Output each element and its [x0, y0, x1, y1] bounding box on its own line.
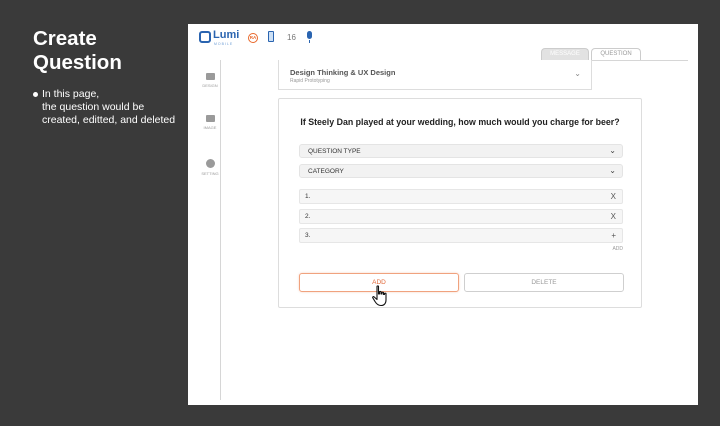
question-type-select[interactable]: QUESTION TYPE ⌄ [299, 144, 623, 158]
gear-icon [205, 159, 215, 168]
slide-title: Create Question [33, 27, 122, 75]
delete-button[interactable]: DELETE [464, 273, 624, 292]
bullet-icon [33, 92, 38, 97]
slide-note: In this page, the question would be crea… [33, 88, 183, 127]
add-answer-label[interactable]: ADD [612, 246, 623, 252]
chevron-down-icon: ⌄ [574, 69, 581, 78]
add-answer-icon[interactable]: + [611, 231, 616, 240]
remove-answer-icon[interactable]: X [611, 212, 616, 221]
answer-field-2[interactable]: 2. X [299, 209, 623, 224]
answer-field-3[interactable]: 3. + [299, 228, 623, 243]
app-window: Lumi MOBILE RA 16 MESSAGE QUESTION DESIG… [188, 24, 698, 405]
note-line: created, editted, and deleted [42, 114, 176, 126]
sidebar-item-label: DESIGN [202, 83, 218, 88]
remove-answer-icon[interactable]: X [611, 192, 616, 201]
sidebar: DESIGN IMAGE SETTING [200, 60, 221, 400]
folder-icon [205, 73, 215, 80]
tab-question[interactable]: QUESTION [591, 48, 641, 60]
hand-cursor-icon [372, 285, 387, 307]
sidebar-item-design[interactable]: DESIGN [200, 68, 220, 106]
logo-mark-icon [199, 31, 211, 43]
sidebar-item-setting[interactable]: SETTING [200, 154, 220, 192]
microphone-icon[interactable] [307, 31, 312, 43]
select-value: QUESTION TYPE [308, 148, 361, 155]
answer-number: 2. [305, 213, 311, 220]
note-line: the question would be [42, 101, 145, 113]
slide-title-line2: Question [33, 51, 122, 74]
course-selector[interactable]: Design Thinking & UX Design Rapid Protot… [278, 60, 592, 90]
note-line: In this page, [42, 88, 100, 100]
sidebar-item-label: IMAGE [203, 125, 217, 130]
logo-text: Lumi [213, 29, 240, 41]
count-label: 16 [287, 33, 296, 42]
answer-field-1[interactable]: 1. X [299, 189, 623, 204]
image-icon [205, 115, 215, 122]
chevron-down-icon: ⌄ [609, 146, 616, 155]
lumi-logo[interactable]: Lumi MOBILE [199, 29, 240, 46]
answer-number: 1. [305, 193, 311, 200]
sidebar-item-image[interactable]: IMAGE [200, 110, 220, 148]
select-value: CATEGORY [308, 168, 344, 175]
tab-message[interactable]: MESSAGE [541, 48, 589, 60]
sidebar-item-label: SETTING [201, 171, 219, 176]
course-subtitle: Rapid Prototyping [290, 78, 330, 84]
question-card: If Steely Dan played at your wedding, ho… [278, 98, 642, 308]
category-select[interactable]: CATEGORY ⌄ [299, 164, 623, 178]
logo-subtext: MOBILE [214, 42, 234, 46]
course-title: Design Thinking & UX Design [290, 68, 396, 77]
device-icon[interactable] [268, 31, 274, 42]
question-text[interactable]: If Steely Dan played at your wedding, ho… [279, 117, 641, 127]
ra-badge[interactable]: RA [248, 33, 258, 43]
answer-number: 3. [305, 232, 311, 239]
slide-title-line1: Create [33, 27, 97, 50]
chevron-down-icon: ⌄ [609, 166, 616, 175]
